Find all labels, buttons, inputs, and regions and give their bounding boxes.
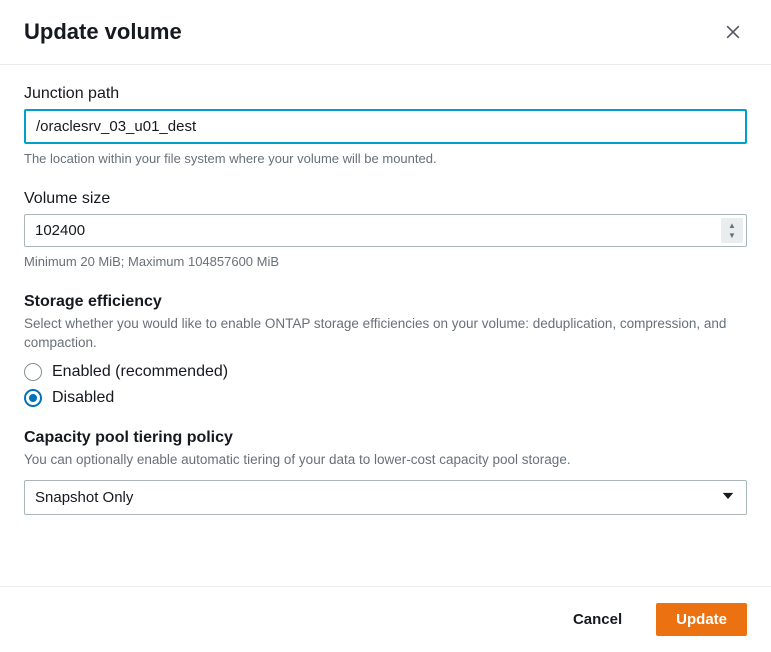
radio-icon <box>24 363 42 381</box>
storage-efficiency-radio-group: Enabled (recommended) Disabled <box>24 363 747 407</box>
junction-path-hint: The location within your file system whe… <box>24 150 747 168</box>
radio-option-disabled[interactable]: Disabled <box>24 389 747 407</box>
modal-body: Junction path The location within your f… <box>0 65 771 586</box>
modal-footer: Cancel Update <box>0 586 771 652</box>
junction-path-field: Junction path The location within your f… <box>24 85 747 168</box>
radio-option-enabled[interactable]: Enabled (recommended) <box>24 363 747 381</box>
volume-size-field: Volume size ▲ ▼ Minimum 20 MiB; Maximum … <box>24 190 747 271</box>
tiering-policy-select-wrapper: Snapshot Only <box>24 480 747 515</box>
junction-path-label: Junction path <box>24 85 747 103</box>
storage-efficiency-field: Storage efficiency Select whether you wo… <box>24 293 747 407</box>
radio-icon <box>24 389 42 407</box>
update-volume-modal: Update volume Junction path The location… <box>0 0 771 652</box>
close-icon <box>723 22 743 42</box>
stepper-down-icon[interactable]: ▼ <box>728 231 736 241</box>
volume-size-stepper[interactable]: ▲ ▼ <box>721 218 743 243</box>
storage-efficiency-label: Storage efficiency <box>24 293 747 311</box>
radio-label-enabled: Enabled (recommended) <box>52 363 228 381</box>
cancel-button[interactable]: Cancel <box>553 603 642 636</box>
modal-title: Update volume <box>24 19 182 45</box>
junction-path-input[interactable] <box>24 109 747 144</box>
update-button[interactable]: Update <box>656 603 747 636</box>
radio-label-disabled: Disabled <box>52 389 114 407</box>
volume-size-input[interactable] <box>24 214 747 247</box>
volume-size-input-wrapper: ▲ ▼ <box>24 214 747 247</box>
tiering-policy-field: Capacity pool tiering policy You can opt… <box>24 429 747 515</box>
storage-efficiency-hint: Select whether you would like to enable … <box>24 315 747 353</box>
tiering-policy-select[interactable]: Snapshot Only <box>24 480 747 515</box>
tiering-policy-hint: You can optionally enable automatic tier… <box>24 451 747 470</box>
volume-size-label: Volume size <box>24 190 747 208</box>
stepper-up-icon[interactable]: ▲ <box>728 221 736 231</box>
volume-size-hint: Minimum 20 MiB; Maximum 104857600 MiB <box>24 253 747 271</box>
tiering-policy-label: Capacity pool tiering policy <box>24 429 747 447</box>
close-button[interactable] <box>719 18 747 46</box>
modal-header: Update volume <box>0 0 771 65</box>
